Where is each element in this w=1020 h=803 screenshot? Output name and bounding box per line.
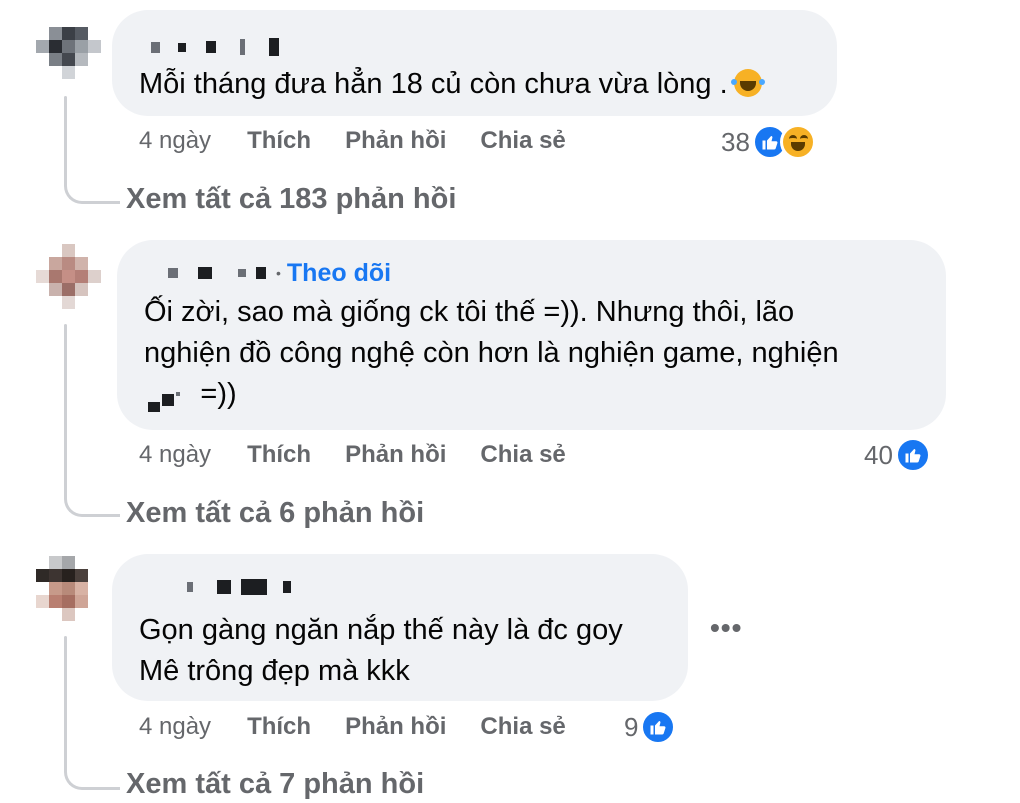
comment-text: Gọn gàng ngăn nắp thế này là đc goy Mê t…	[139, 614, 623, 687]
comment-actions: 4 ngày Thích Phản hồi Chia sẻ	[139, 441, 600, 469]
thread-connector	[64, 487, 120, 517]
view-all-replies-link[interactable]: Xem tất cả 6 phản hồi	[126, 497, 424, 530]
more-options-button[interactable]: •••	[710, 612, 742, 644]
comment-bubble: • Theo dõi Ối zời, sao mà giống ck tôi t…	[117, 240, 946, 430]
share-button[interactable]: Chia sẻ	[480, 127, 565, 155]
timestamp[interactable]: 4 ngày	[139, 127, 211, 155]
timestamp[interactable]: 4 ngày	[139, 441, 211, 469]
haha-icon	[779, 124, 816, 160]
follow-button[interactable]: Theo dõi	[287, 259, 391, 288]
reaction-summary[interactable]: 40	[864, 437, 931, 473]
view-all-replies-link[interactable]: Xem tất cả 7 phản hồi	[126, 768, 424, 801]
laughing-emoji-icon	[730, 69, 765, 97]
reply-button[interactable]: Phản hồi	[345, 441, 446, 469]
avatar[interactable]	[36, 14, 112, 90]
view-all-replies-link[interactable]: Xem tất cả 183 phản hồi	[126, 183, 456, 216]
like-icon	[640, 709, 677, 745]
like-icon	[894, 437, 931, 473]
avatar[interactable]	[36, 244, 112, 320]
like-button[interactable]: Thích	[247, 713, 311, 741]
reaction-summary[interactable]: 38	[721, 124, 816, 160]
thread-connector	[64, 760, 120, 790]
reaction-count: 40	[864, 439, 893, 470]
reaction-count: 9	[624, 711, 639, 742]
thread-line	[64, 636, 67, 764]
like-button[interactable]: Thích	[247, 441, 311, 469]
comment-text: Mỗi tháng đưa hẳn 18 củ còn chưa vừa lòn…	[139, 64, 809, 105]
thread-line	[64, 96, 67, 176]
reaction-count: 38	[721, 126, 750, 157]
share-button[interactable]: Chia sẻ	[480, 441, 565, 469]
share-button[interactable]: Chia sẻ	[480, 713, 565, 741]
comment-text: Ối zời, sao mà giống ck tôi thế =)). Như…	[144, 296, 839, 410]
reaction-summary[interactable]: 9	[624, 709, 677, 745]
comment-actions: 4 ngày Thích Phản hồi Chia sẻ	[139, 713, 600, 741]
thread-connector	[64, 174, 120, 204]
thread-line	[64, 324, 67, 490]
reply-button[interactable]: Phản hồi	[345, 713, 446, 741]
comment-actions: 4 ngày Thích Phản hồi Chia sẻ	[139, 127, 600, 155]
reply-button[interactable]: Phản hồi	[345, 127, 446, 155]
author-name-redacted[interactable]	[139, 572, 660, 602]
comment-bubble: Gọn gàng ngăn nắp thế này là đc goy Mê t…	[112, 554, 688, 701]
author-name-row: • Theo dõi	[144, 258, 918, 288]
avatar[interactable]	[36, 556, 112, 632]
like-button[interactable]: Thích	[247, 127, 311, 155]
separator-dot: •	[276, 265, 281, 281]
author-name-redacted[interactable]	[168, 268, 178, 278]
redacted-word	[148, 392, 182, 414]
author-name-redacted[interactable]	[139, 32, 809, 62]
timestamp[interactable]: 4 ngày	[139, 713, 211, 741]
comment-bubble: Mỗi tháng đưa hẳn 18 củ còn chưa vừa lòn…	[112, 10, 837, 116]
